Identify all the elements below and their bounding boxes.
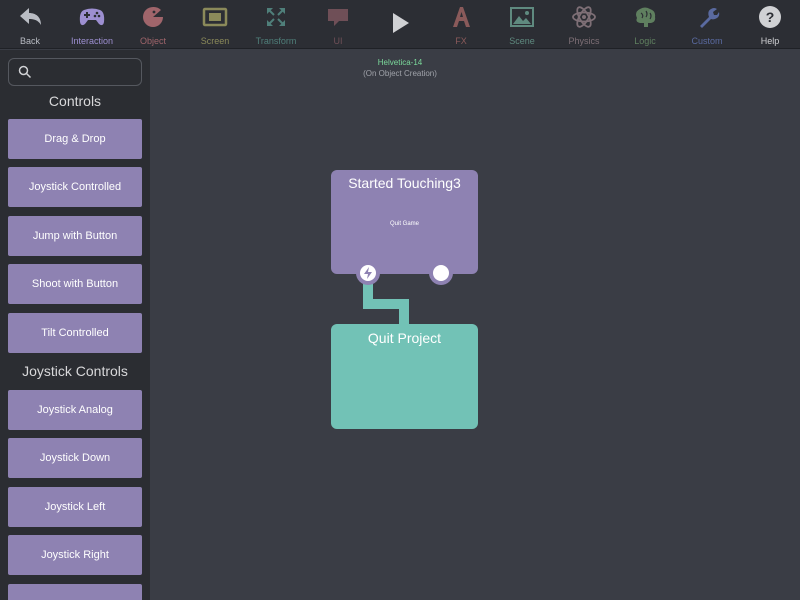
search-icon	[18, 65, 32, 79]
behavior-jump-with-button[interactable]: Jump with Button	[8, 216, 142, 256]
behavior-drag-and-drop[interactable]: Drag & Drop	[8, 119, 142, 159]
behavior-joystick-left[interactable]: Joystick Left	[8, 487, 142, 527]
transform-label: Transform	[255, 36, 297, 46]
help-label: Help	[760, 36, 780, 46]
physics-tab[interactable]: Physics	[554, 0, 614, 49]
logic-label: Logic	[634, 36, 656, 46]
lightning-icon	[360, 265, 376, 281]
search-input[interactable]	[8, 58, 142, 86]
object-label: Object	[139, 36, 166, 46]
scene-tab[interactable]: Scene	[492, 0, 552, 49]
physics-label: Physics	[568, 36, 600, 46]
scene-label: Scene	[509, 36, 535, 46]
behavior-sidebar: Controls Drag & Drop Joystick Controlled…	[0, 50, 150, 600]
port-circle-icon	[433, 265, 449, 281]
behavior-shoot-with-button[interactable]: Shoot with Button	[8, 264, 142, 304]
behavior-joystick-right[interactable]: Joystick Right	[8, 535, 142, 575]
trigger-node-title: Started Touching3	[348, 175, 461, 191]
transform-icon	[267, 8, 285, 26]
ui-tab[interactable]: UI	[308, 0, 368, 49]
top-toolbar: Back Interaction Object Screen Transform…	[0, 0, 800, 49]
back-button[interactable]: Back	[0, 0, 60, 49]
interaction-label: Interaction	[70, 36, 114, 46]
gamepad-icon	[79, 8, 105, 26]
help-icon: ?	[759, 6, 781, 28]
behavior-partial-item[interactable]	[8, 584, 142, 600]
atom-icon	[572, 6, 596, 28]
svg-text:?: ?	[766, 9, 775, 25]
screen-tab[interactable]: Screen	[185, 0, 245, 49]
pacman-icon	[143, 6, 163, 28]
ui-label: UI	[333, 36, 343, 46]
screen-icon	[202, 7, 228, 27]
fx-icon	[453, 7, 470, 27]
back-label: Back	[19, 36, 40, 46]
play-button[interactable]	[369, 0, 429, 49]
action-node[interactable]: Quit Project	[331, 324, 478, 429]
behavior-tilt-controlled[interactable]: Tilt Controlled	[8, 313, 142, 353]
behavior-joystick-down[interactable]: Joystick Down	[8, 438, 142, 478]
screen-label: Screen	[200, 36, 230, 46]
trigger-node-subtitle: Quit Game	[389, 221, 419, 227]
interaction-tab[interactable]: Interaction	[62, 0, 122, 49]
landscape-icon	[510, 7, 534, 27]
back-arrow-icon	[20, 8, 41, 25]
fx-label: FX	[455, 36, 467, 46]
transform-tab[interactable]: Transform	[246, 0, 306, 49]
brain-icon	[636, 7, 656, 27]
section-title-controls: Controls	[48, 93, 102, 109]
logic-tab[interactable]: Logic	[615, 0, 675, 49]
behavior-joystick-analog[interactable]: Joystick Analog	[8, 390, 142, 430]
custom-tab[interactable]: Custom	[677, 0, 737, 49]
section-title-joystick-controls: Joystick Controls	[22, 363, 128, 379]
action-node-title: Quit Project	[367, 330, 442, 346]
trigger-node[interactable]: Started Touching3 Quit Game	[331, 170, 478, 274]
object-tab[interactable]: Object	[123, 0, 183, 49]
fx-tab[interactable]: FX	[431, 0, 491, 49]
trigger-secondary-port[interactable]	[429, 261, 453, 285]
wrench-icon	[700, 8, 720, 28]
help-button[interactable]: ? Help	[740, 0, 800, 49]
behavior-joystick-controlled[interactable]: Joystick Controlled	[8, 167, 142, 207]
object-event: (On Object Creation)	[363, 69, 437, 78]
custom-label: Custom	[691, 36, 723, 46]
trigger-output-port[interactable]	[356, 261, 380, 285]
object-name: Helvetica-14	[377, 58, 423, 67]
play-icon	[393, 13, 409, 33]
speech-bubble-icon	[328, 9, 348, 26]
